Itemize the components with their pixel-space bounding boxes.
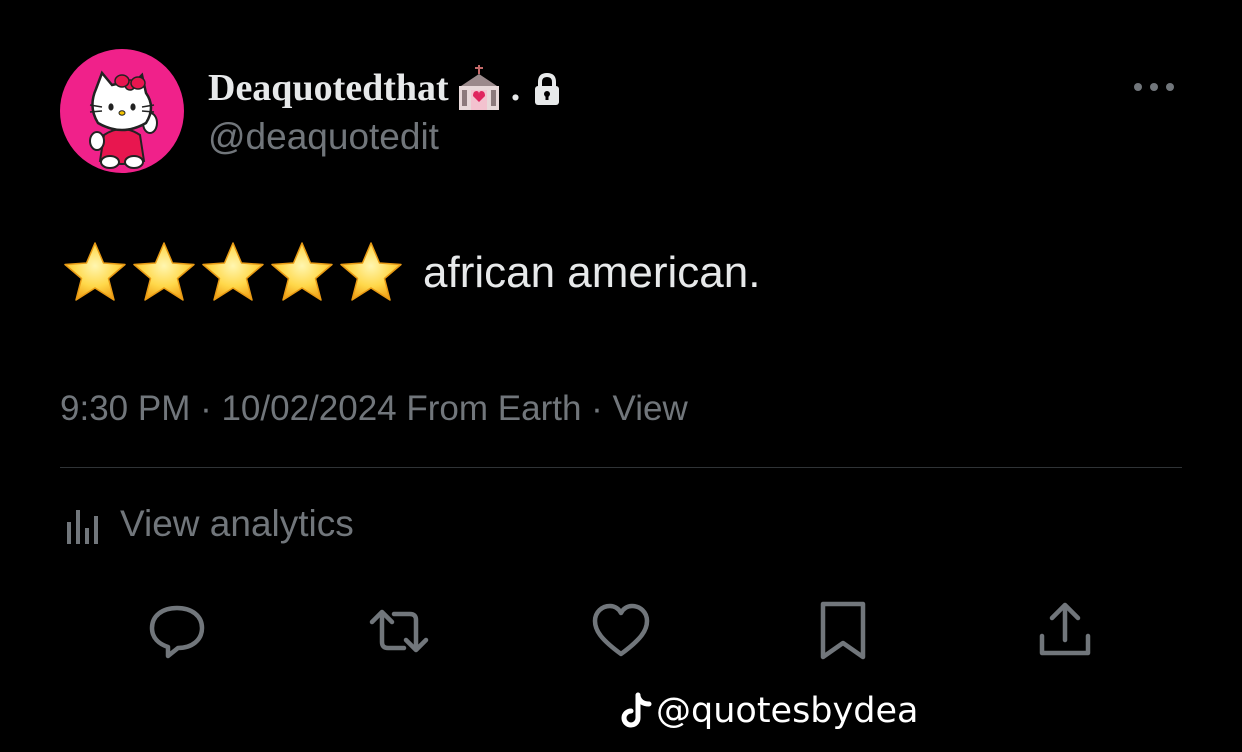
star-emoji-icon: [200, 240, 266, 306]
tweet-source: From Earth: [406, 389, 582, 428]
tiktok-watermark: @quotesbydea: [620, 688, 918, 734]
watermark-text: @quotesbydea: [656, 691, 919, 731]
star-emoji-icon: [338, 240, 404, 306]
share-button[interactable]: [1034, 600, 1096, 662]
wedding-chapel-emoji-icon: [453, 64, 505, 112]
analytics-bars-icon: [64, 502, 102, 546]
star-emoji-icon: [131, 240, 197, 306]
like-button[interactable]: [590, 600, 652, 662]
tweet-body: african american.: [62, 240, 760, 306]
hello-kitty-avatar-icon: [89, 70, 158, 169]
tweet-text: african american.: [423, 248, 761, 297]
display-name[interactable]: Deaquotedthat: [208, 65, 449, 111]
profile-avatar[interactable]: [60, 49, 184, 173]
display-name-suffix: .: [510, 67, 521, 109]
reply-bubble-icon: [149, 605, 205, 659]
meta-separator: ·: [581, 389, 613, 428]
reply-button[interactable]: [146, 600, 208, 662]
star-emoji-icon: [62, 240, 128, 306]
star-emoji-icon: [269, 240, 335, 306]
more-options-icon[interactable]: [1130, 76, 1178, 98]
heart-icon: [592, 603, 650, 657]
retweet-icon: [369, 609, 429, 653]
tweet-date[interactable]: 10/02/2024: [221, 389, 396, 428]
tiktok-logo-icon: [620, 691, 654, 731]
meta-separator: ·: [190, 389, 222, 428]
bookmark-button[interactable]: [812, 600, 874, 662]
tweet-meta: 9:30 PM · 10/02/2024 From Earth · View: [60, 387, 688, 431]
display-name-row[interactable]: Deaquotedthat .: [208, 64, 560, 112]
tweet-time[interactable]: 9:30 PM: [60, 389, 190, 428]
tweet-views-label[interactable]: View: [613, 389, 688, 428]
retweet-button[interactable]: [368, 600, 430, 662]
user-handle[interactable]: @deaquotedit: [208, 114, 439, 160]
star-rating: [62, 240, 407, 306]
bookmark-icon: [820, 601, 866, 660]
protected-lock-icon: [534, 71, 560, 105]
view-analytics-label: View analytics: [120, 503, 354, 544]
divider: [60, 467, 1182, 468]
view-analytics-link[interactable]: View analytics: [64, 501, 354, 547]
share-upload-icon: [1039, 602, 1091, 656]
